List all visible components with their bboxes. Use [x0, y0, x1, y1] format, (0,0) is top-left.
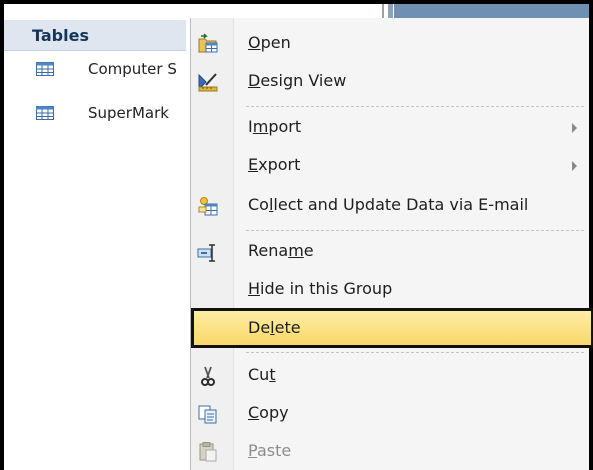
menu-item-label: Rename — [248, 241, 314, 260]
menu-item-label: Hide in this Group — [248, 279, 393, 298]
menu-item-rename[interactable]: Rename — [191, 234, 589, 270]
menu-item-design-view[interactable]: Design View — [191, 64, 589, 100]
menu-item-cut[interactable]: Cut — [191, 358, 589, 394]
menu-item-collect-data[interactable]: Collect and Update Data via E-mail — [191, 188, 589, 224]
submenu-arrow-icon — [572, 161, 577, 171]
toolbar-divider — [388, 4, 393, 18]
menu-separator — [246, 352, 584, 353]
paste-icon — [199, 442, 217, 462]
menu-item-label: Cut — [248, 365, 276, 384]
tables-group-title: Tables — [32, 26, 89, 45]
navigation-pane — [4, 18, 190, 470]
menu-item-label: Paste — [248, 441, 292, 460]
menu-item-label: Design View — [248, 71, 347, 90]
menu-item-label: Export — [248, 155, 301, 174]
menu-item-label: Open — [248, 33, 291, 52]
collect-data-icon — [198, 197, 218, 216]
menu-item-paste: Paste — [191, 434, 589, 470]
toolbar-segment — [394, 4, 589, 18]
copy-icon — [198, 405, 217, 424]
submenu-arrow-icon — [572, 123, 577, 133]
context-menu: Open Design View Import Export Collect a… — [190, 18, 593, 470]
table-icon — [36, 62, 54, 76]
menu-item-label: Import — [248, 117, 302, 136]
menu-item-delete[interactable]: Delete — [191, 308, 593, 348]
menu-item-label: Copy — [248, 403, 289, 422]
menu-item-label: Collect and Update Data via E-mail — [248, 195, 529, 214]
rename-icon — [197, 244, 215, 262]
top-toolbar-strip — [4, 4, 589, 18]
nav-item-table[interactable]: SuperMark — [4, 100, 186, 128]
menu-separator — [246, 106, 584, 107]
menu-item-hide-in-group[interactable]: Hide in this Group — [191, 272, 589, 308]
design-view-icon — [198, 73, 218, 92]
toolbar-segment — [4, 4, 384, 18]
nav-item-label: Computer S — [88, 60, 177, 78]
cut-icon — [201, 366, 215, 386]
tables-group-header[interactable]: Tables — [4, 20, 186, 51]
menu-item-import[interactable]: Import — [191, 110, 589, 146]
table-icon — [36, 106, 54, 120]
menu-separator — [246, 230, 584, 231]
menu-item-open[interactable]: Open — [191, 26, 589, 62]
open-table-icon — [198, 33, 218, 53]
nav-item-label: SuperMark — [88, 104, 169, 122]
menu-item-label: Delete — [248, 318, 301, 337]
nav-item-table[interactable]: Computer S — [4, 56, 186, 84]
menu-item-copy[interactable]: Copy — [191, 396, 589, 432]
menu-item-export[interactable]: Export — [191, 148, 589, 184]
